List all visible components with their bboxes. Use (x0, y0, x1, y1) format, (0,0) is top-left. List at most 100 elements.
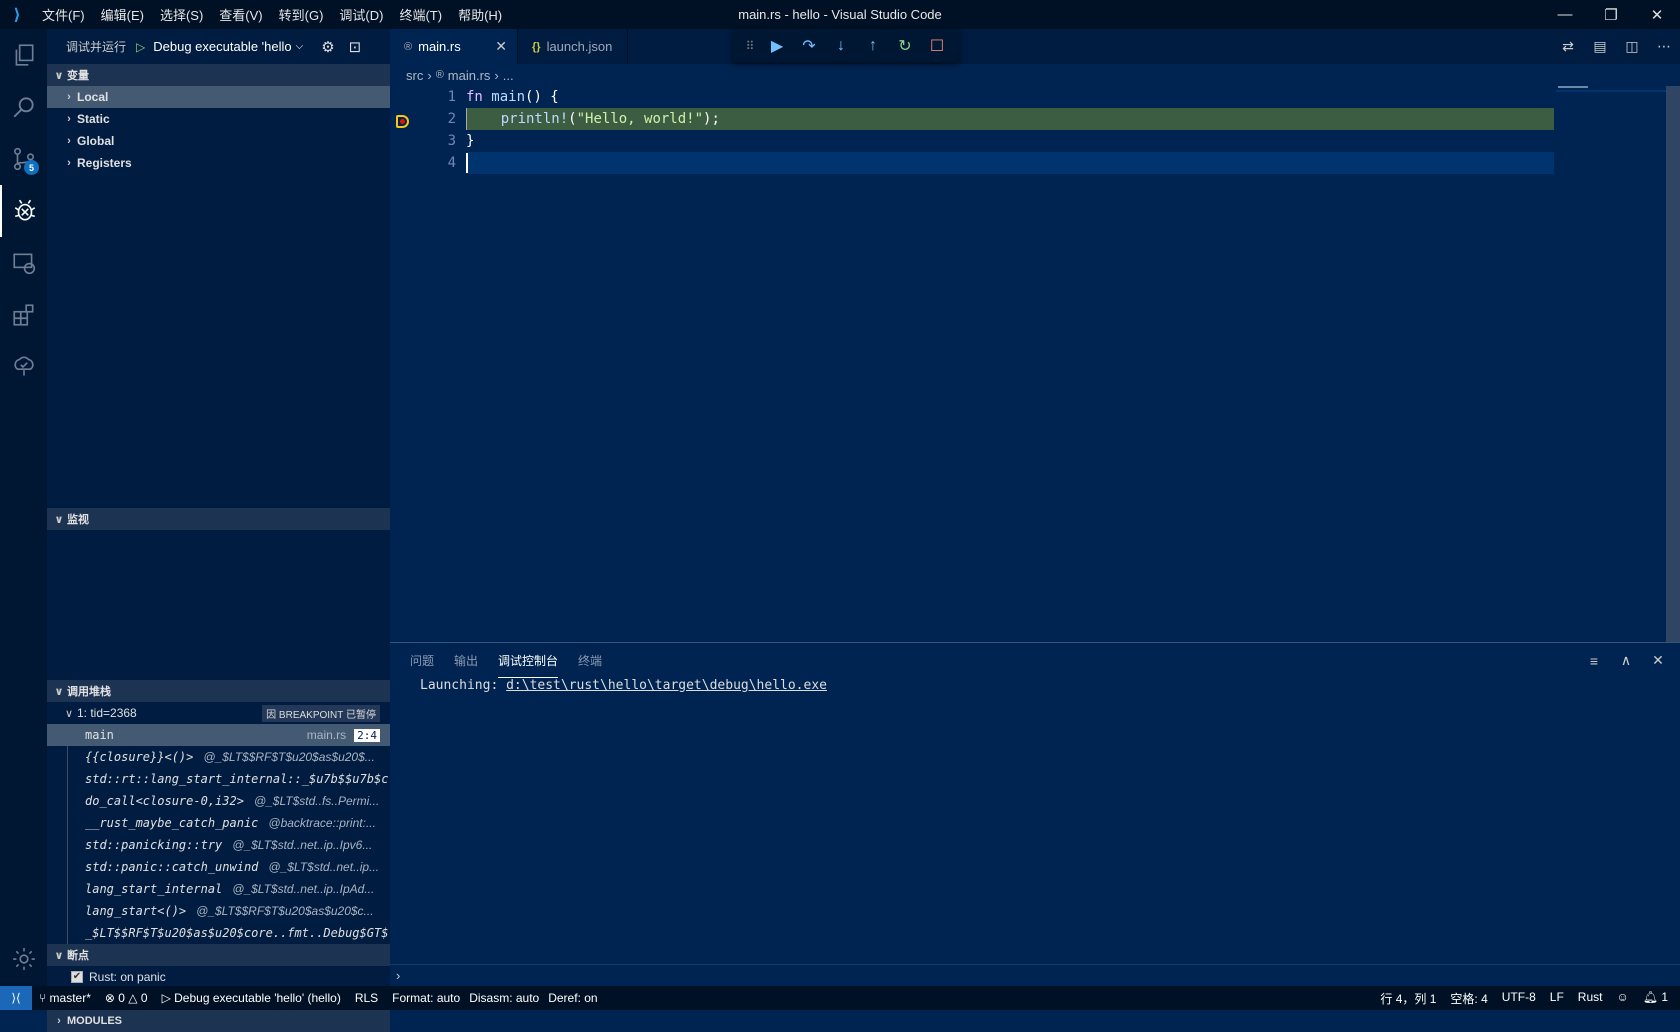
tree-view-icon[interactable] (0, 341, 47, 393)
drag-handle-icon[interactable]: ⠿ (739, 39, 761, 53)
step-into-icon[interactable]: ↓ (825, 37, 857, 55)
floating-debug-toolbar: ⠿ ▶ ↷ ↓ ↑ ↻ ☐ (733, 29, 959, 62)
tab-problems[interactable]: 问题 (410, 643, 434, 678)
tab-output[interactable]: 输出 (454, 643, 478, 678)
menu-view[interactable]: 查看(V) (211, 5, 270, 24)
call-stack-header[interactable]: ∨ 调用堆栈 (47, 680, 390, 702)
modules-header[interactable]: › MODULES (47, 1010, 390, 1032)
launch-config-select[interactable]: ▷ Debug executable 'hello ⌵ (132, 36, 307, 57)
debug-console-icon[interactable]: ⊡ (349, 38, 362, 56)
stack-frame[interactable]: std::rt::lang_start_internal::_$u7b$$u7b… (47, 768, 390, 790)
language-mode[interactable]: Rust (1571, 990, 1610, 1007)
settings-gear-icon[interactable] (0, 933, 47, 985)
executable-link[interactable]: d:\test\rust\hello\target\debug\hello.ex… (506, 678, 827, 693)
menu-edit[interactable]: 编辑(E) (93, 5, 152, 24)
menu-go[interactable]: 转到(G) (271, 5, 332, 24)
debug-status[interactable]: ▷ Debug executable 'hello' (hello) (155, 991, 348, 1005)
breakpoint-paused-icon[interactable] (396, 115, 409, 128)
step-over-icon[interactable]: ↷ (793, 36, 825, 56)
split-editor-icon[interactable]: ◫ (1616, 38, 1648, 55)
branch-status[interactable]: ⑂ master* (32, 991, 98, 1005)
variable-scope-registers[interactable]: › Registers (47, 152, 390, 174)
stack-frame[interactable]: {{closure}}<()> @_$LT$$RF$T$u20$as$u20$..… (47, 746, 390, 768)
minimize-icon[interactable]: — (1542, 0, 1588, 29)
more-actions-icon[interactable]: ⋯ (1648, 38, 1680, 55)
stack-frame[interactable]: std::panicking::try @_$LT$std..net..ip..I… (47, 834, 390, 856)
thread-item[interactable]: ∨ 1: tid=2368 因 BREAKPOINT 已暂停 (47, 702, 390, 724)
variables-header[interactable]: ∨ 变量 (47, 64, 390, 86)
notifications[interactable]: 🔔︎ 1 (1636, 990, 1680, 1007)
encoding[interactable]: UTF-8 (1495, 990, 1543, 1007)
code-editor[interactable]: 1 fn main() { 2 println!("Hello, world!"… (390, 86, 1680, 174)
compare-changes-icon[interactable]: ⇄ (1552, 38, 1584, 55)
source-control-icon[interactable]: 5 (0, 133, 47, 185)
close-tab-icon[interactable]: ✕ (481, 38, 507, 55)
menu-file[interactable]: 文件(F) (34, 5, 93, 24)
end-of-line[interactable]: LF (1543, 990, 1571, 1007)
explorer-icon[interactable] (0, 29, 47, 81)
menu-terminal[interactable]: 终端(T) (391, 5, 450, 24)
watch-header[interactable]: ∨ 监视 (47, 508, 390, 530)
restart-icon[interactable]: ↻ (889, 36, 921, 56)
chevron-right-icon: › (67, 135, 71, 147)
stop-icon[interactable]: ☐ (921, 36, 953, 56)
gear-icon[interactable]: ⚙ (321, 38, 334, 56)
extensions-icon[interactable] (0, 289, 47, 341)
breadcrumb-item[interactable]: main.rs (448, 68, 491, 83)
step-out-icon[interactable]: ↑ (857, 37, 889, 55)
variable-scope-global[interactable]: › Global (47, 130, 390, 152)
clear-console-icon[interactable]: ≡ (1578, 653, 1610, 669)
remote-explorer-icon[interactable] (0, 237, 47, 289)
tab-terminal[interactable]: 终端 (578, 643, 602, 678)
breadcrumb-item[interactable]: src (406, 68, 423, 83)
open-preview-icon[interactable]: ▤ (1584, 38, 1616, 55)
indentation[interactable]: 空格: 4 (1443, 990, 1494, 1007)
stack-frame[interactable]: _$LT$$RF$T$u20$as$u20$core..fmt..Debug$G… (47, 922, 390, 944)
stack-frame[interactable]: std::panic::catch_unwind @_$LT$std..net..… (47, 856, 390, 878)
code-token: "Hello, world!" (576, 111, 704, 127)
variable-scope-static[interactable]: › Static (47, 108, 390, 130)
line-text: println!("Hello, world!"); (466, 108, 1554, 130)
restore-icon[interactable]: ❐ (1588, 0, 1634, 29)
search-icon[interactable] (0, 81, 47, 133)
continue-icon[interactable]: ▶ (761, 36, 793, 56)
stack-frame[interactable]: do_call<closure-0,i32> @_$LT$std..fs..Per… (47, 790, 390, 812)
tab-debug-console[interactable]: 调试控制台 (498, 643, 559, 678)
deref-status[interactable]: Deref: on (541, 991, 604, 1005)
line-number: 2 (390, 111, 456, 128)
close-panel-icon[interactable]: ✕ (1642, 652, 1674, 669)
variable-scope-local[interactable]: › Local (47, 86, 390, 108)
stack-frame[interactable]: lang_start<()> @_$LT$$RF$T$u20$as$u20$c..… (47, 900, 390, 922)
close-window-icon[interactable]: ✕ (1634, 0, 1680, 29)
tab-launch-json[interactable]: {} launch.json (518, 29, 628, 64)
stack-frame[interactable]: main main.rs 2:4 (47, 724, 390, 746)
breadcrumb-item[interactable]: ... (503, 68, 514, 83)
debug-console-input[interactable]: › (390, 964, 1680, 986)
rls-status[interactable]: RLS (348, 991, 385, 1005)
chevron-right-icon: › (427, 67, 432, 83)
tab-main-rs[interactable]: ® main.rs ✕ (390, 29, 518, 64)
checkbox[interactable]: ✔ (71, 971, 83, 983)
remote-indicator-icon[interactable]: ⟩⟨ (0, 986, 32, 1010)
cursor-position[interactable]: 行 4，列 1 (1373, 990, 1443, 1007)
format-status[interactable]: Format: auto (385, 991, 462, 1005)
stack-frame[interactable]: __rust_maybe_catch_panic @backtrace::prin… (47, 812, 390, 834)
disasm-status[interactable]: Disasm: auto (462, 991, 541, 1005)
code-token: main (491, 89, 526, 105)
feedback-smiley-icon[interactable]: ☺ (1609, 990, 1635, 1007)
menu-selection[interactable]: 选择(S) (152, 5, 211, 24)
menu-debug[interactable]: 调试(D) (331, 5, 391, 24)
line-number: 4 (447, 155, 456, 171)
start-debug-icon[interactable]: ▷ (136, 40, 145, 54)
menu-help[interactable]: 帮助(H) (450, 5, 510, 24)
problems-status[interactable]: ⊗ 0 △ 0 (98, 991, 155, 1005)
bottom-panel: 问题 输出 调试控制台 终端 ≡ ∧ ✕ Launching: d:\test\… (390, 642, 1680, 986)
vertical-scrollbar[interactable] (1666, 86, 1680, 642)
minimap[interactable] (1556, 86, 1666, 92)
breakpoints-header[interactable]: ∨ 断点 (47, 944, 390, 966)
maximize-panel-icon[interactable]: ∧ (1610, 652, 1642, 669)
debug-icon[interactable] (0, 185, 47, 237)
stack-frame[interactable]: lang_start_internal @_$LT$std..net..ip..I… (47, 878, 390, 900)
breakpoint-item[interactable]: ✔ Rust: on panic (47, 966, 390, 988)
